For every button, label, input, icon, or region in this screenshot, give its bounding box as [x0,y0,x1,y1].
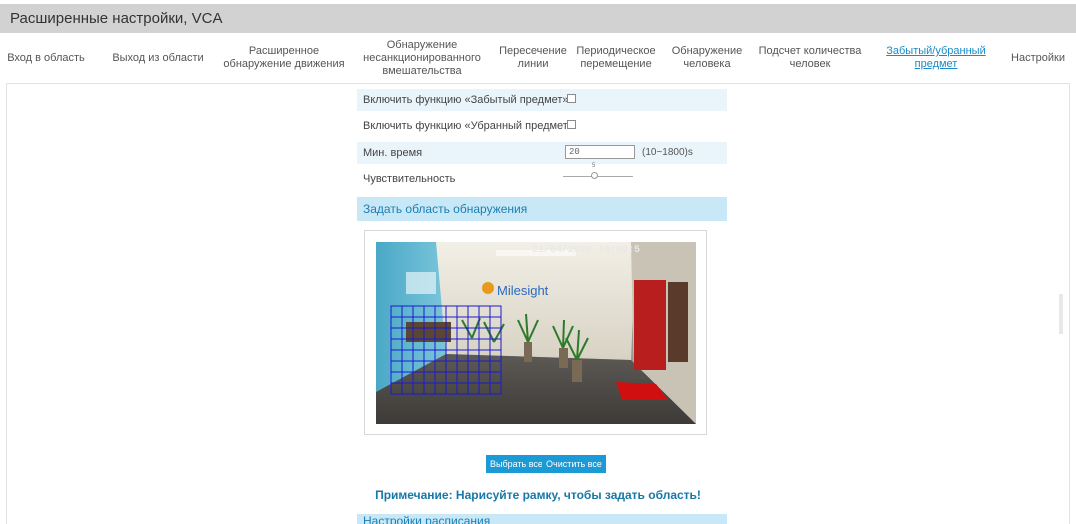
tab-tamper[interactable]: Обнаружение несанкционированного вмешате… [362,33,482,83]
tab-line-crossing[interactable]: Пересечение линии [496,33,570,83]
tab-settings[interactable]: Настройки [1006,33,1070,83]
tab-advanced-motion[interactable]: Расширенное обнаружение движения [214,33,354,83]
tab-exit[interactable]: Выход из области [110,33,206,83]
scene-pot [572,360,582,382]
tab-entry[interactable]: Вход в область [4,33,88,83]
sensitivity-slider-track[interactable] [563,176,633,177]
enable-removed-label: Включить функцию «Убранный предмет» [363,120,574,132]
tab-people-counting[interactable]: Подсчет количества человек [752,33,868,83]
select-all-button[interactable]: Выбрать все [486,455,547,473]
scene-light [406,272,436,294]
camera-preview[interactable]: Milesight 21/04/2020 10:00:5 [376,242,696,424]
scene-pot [524,342,532,362]
detection-area-title: Задать область обнаружения [363,202,528,216]
enable-left-checkbox[interactable] [567,94,576,103]
clear-all-button[interactable]: Очистить все [542,455,606,473]
tab-loitering[interactable]: Периодическое перемещение [574,33,658,83]
sensitivity-label: Чувствительность [363,173,456,185]
tab-object-left-removed[interactable]: Забытый/убранный предмет [876,33,996,83]
detection-area-header: Задать область обнаружения [357,197,727,221]
scene-red-door [634,280,666,370]
scene-door-dark [668,282,688,362]
sensitivity-row: Чувствительность 5 [357,163,727,189]
scrollbar[interactable] [1059,294,1063,334]
vca-tab-bar: Вход в область Выход из области Расширен… [0,33,1076,83]
sensitivity-slider-handle[interactable] [591,172,598,179]
draw-area-note: Примечание: Нарисуйте рамку, чтобы задат… [375,488,701,502]
scene-logo-text: Milesight [497,283,549,298]
scene-pot [559,348,568,368]
scene-center-wall [436,242,636,360]
min-time-label: Мин. время [363,147,423,159]
enable-left-label: Включить функцию «Забытый предмет» [363,94,569,106]
min-time-range: (10~1800)s [642,147,693,158]
enable-removed-row: Включить функцию «Убранный предмет» [357,115,727,137]
schedule-section-title: Настройки расписания [363,514,491,524]
tab-human-detection[interactable]: Обнаружение человека [664,33,750,83]
window-title: Расширенные настройки, VCA [10,10,223,27]
enable-removed-checkbox[interactable] [567,120,576,129]
min-time-input[interactable]: 20 [565,145,635,159]
sensitivity-value: 5 [592,163,596,169]
enable-left-row: Включить функцию «Забытый предмет» [357,89,727,111]
video-preview-frame: Milesight 21/04/2020 10:00:5 [364,230,707,435]
min-time-row: Мин. время 20 (10~1800)s [357,142,727,164]
window-titlebar: Расширенные настройки, VCA [0,0,1076,33]
video-timestamp: 21/04/2020 10:00:5 [532,244,640,256]
scene-logo-mark [482,282,494,294]
schedule-section-header: Настройки расписания [357,514,727,524]
